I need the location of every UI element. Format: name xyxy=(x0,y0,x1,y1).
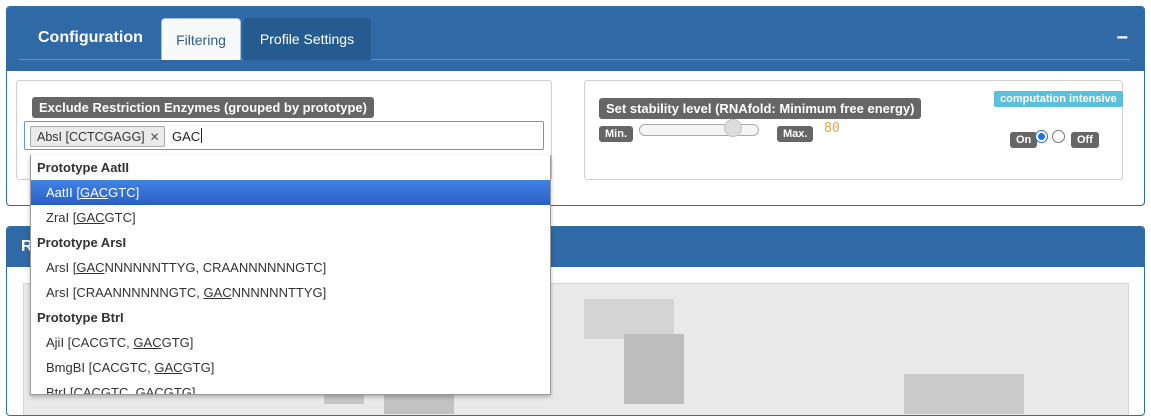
slider-min-label: Min. xyxy=(599,126,633,142)
option-text-suffix: NNNNNNTTYG] xyxy=(231,285,327,300)
option-match-highlight: GAC xyxy=(154,360,183,375)
option-text-suffix: GTG] xyxy=(161,335,194,350)
option-match-highlight: GAC xyxy=(203,285,232,300)
option-text-prefix: BtrI [CACGTC, xyxy=(46,385,136,395)
stability-on-radio[interactable] xyxy=(1035,130,1048,143)
tab-filtering[interactable]: Filtering xyxy=(161,18,241,60)
dropdown-option[interactable]: AatII [GAC GTC] xyxy=(31,180,550,205)
slider-handle[interactable] xyxy=(723,119,742,137)
configuration-header: Configuration Filtering Profile Settings… xyxy=(7,7,1144,71)
text-caret xyxy=(201,128,203,143)
dropdown-option[interactable]: ArsI [GAC NNNNNNTTYG, CRAANNNNNNGTC] xyxy=(31,255,550,280)
tab-profile-settings[interactable]: Profile Settings xyxy=(243,18,371,60)
collapse-icon[interactable]: − xyxy=(1116,27,1128,50)
dropdown-option[interactable]: ArsI [CRAANNNNNNGTC, GAC NNNNNNTTYG] xyxy=(31,280,550,305)
stability-value: 80 xyxy=(824,121,840,136)
option-text-suffix: GTC] xyxy=(104,210,136,225)
option-match-highlight: GAC xyxy=(79,185,109,200)
dropdown-group-header: Prototype ArsI xyxy=(37,235,127,250)
dropdown-option[interactable]: AjiI [CACGTC, GAC GTG] xyxy=(31,330,550,355)
stability-off-radio[interactable] xyxy=(1052,130,1065,143)
dropdown-group-header: Prototype AatII xyxy=(37,160,129,175)
option-text-prefix: BmgBI [CACGTC, xyxy=(46,360,155,375)
option-text-prefix: AjiI [CACGTC, xyxy=(46,335,134,350)
dropdown-option[interactable]: BtrI [CACGTC, GAC GTG] xyxy=(31,380,550,395)
remove-tag-icon[interactable]: ✕ xyxy=(150,130,160,144)
option-match-highlight: GAC xyxy=(135,385,164,395)
stability-label: Set stability level (RNAfold: Minimum fr… xyxy=(599,98,922,119)
option-text-suffix: GTG] xyxy=(182,360,215,375)
slider-max-label: Max. xyxy=(777,126,814,142)
exclude-enzymes-label: Exclude Restriction Enzymes (grouped by … xyxy=(32,97,374,118)
option-text-prefix: AatII [ xyxy=(46,185,80,200)
off-label: Off xyxy=(1071,132,1099,148)
dropdown-option[interactable]: BmgBI [CACGTC, GAC GTG] xyxy=(31,355,550,380)
selected-enzyme-tag: AbsI [CCTCGAGG] ✕ xyxy=(30,126,165,147)
dropdown-group-header: Prototype BtrI xyxy=(37,310,124,325)
option-match-highlight: GAC xyxy=(76,210,105,225)
option-text-suffix: GTC] xyxy=(108,185,140,200)
dropdown-option[interactable]: ZraI [GAC GTC] xyxy=(31,205,550,230)
search-typed-text[interactable]: GAC xyxy=(172,128,203,144)
option-text-prefix: ArsI [CRAANNNNNNGTC, xyxy=(46,285,204,300)
on-label: On xyxy=(1010,132,1038,148)
option-text-suffix: GTG] xyxy=(163,385,196,395)
panel-title: Configuration xyxy=(38,29,143,46)
option-text-prefix: ZraI [ xyxy=(46,210,77,225)
enzyme-dropdown[interactable]: Prototype AatII AatII [GAC GTC] ZraI [GAC GT… xyxy=(30,155,551,395)
option-match-highlight: GAC xyxy=(133,335,162,350)
computation-intensive-badge: computation intensive xyxy=(994,91,1123,107)
selected-enzyme-label: AbsI [CCTCGAGG] xyxy=(37,129,145,144)
option-match-highlight: GAC xyxy=(76,260,105,275)
option-text-suffix: NNNNNNTTYG, CRAANNNNNNGTC] xyxy=(104,260,327,275)
option-text-prefix: ArsI [ xyxy=(46,260,77,275)
enzyme-search-input[interactable]: AbsI [CCTCGAGG] ✕ GAC xyxy=(24,121,544,150)
